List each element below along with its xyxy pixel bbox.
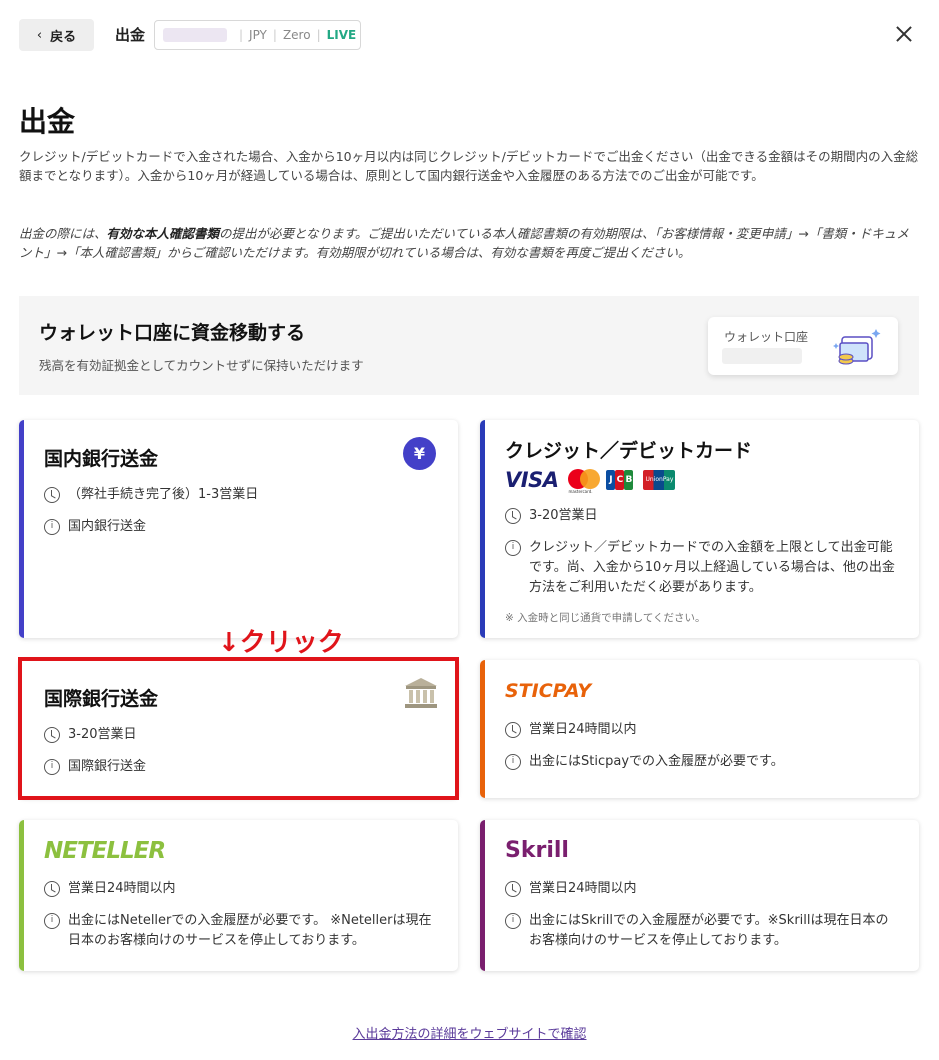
method-card-sticpay[interactable]: STICPAY 営業日24時間以内 i 出金にはSticpayでの入金履歴が必要…	[480, 660, 919, 798]
method-info: i 出金にはSticpayでの入金履歴が必要です。	[505, 752, 784, 772]
clock-icon	[505, 722, 521, 738]
card-title: 国内銀行送金	[44, 448, 159, 470]
wallet-balance-redacted	[722, 348, 802, 364]
wallet-description: 残高を有効証拠金としてカウントせずに保持いただけます	[39, 358, 364, 373]
account-number-redacted	[163, 28, 227, 42]
sticpay-logo: STICPAY	[505, 680, 592, 702]
processing-time: 営業日24時間以内	[44, 879, 176, 899]
card-accent-bar	[19, 420, 24, 638]
card-title: クレジット／デビットカード	[505, 440, 753, 462]
wallet-title: ウォレット口座に資金移動する	[39, 322, 306, 344]
jcb-logo: JCB	[606, 470, 634, 490]
id-document-notice: 出金の際には、有効な本人確認書類の提出が必要となります。ご提出いただいている本人…	[19, 226, 909, 260]
info-icon: i	[505, 913, 521, 929]
intro-text: クレジット/デビットカードで入金された場合、入金から10ヶ月以内は同じクレジット…	[19, 149, 919, 183]
header-title: 出金	[115, 26, 146, 44]
yen-icon: ¥	[403, 437, 436, 470]
method-info: i 出金にはSkrillでの入金履歴が必要です。※Skrillは現在日本のお客様…	[505, 911, 900, 951]
info-icon: i	[44, 913, 60, 929]
back-label: 戻る	[50, 29, 77, 45]
neteller-logo: NETELLER	[44, 838, 166, 864]
page-title: 出金	[19, 105, 76, 138]
account-selector[interactable]: | JPY | Zero | LIVE	[154, 20, 361, 50]
clock-icon	[44, 881, 60, 897]
processing-time: 営業日24時間以内	[505, 879, 637, 899]
method-card-neteller[interactable]: NETELLER 営業日24時間以内 i 出金にはNetellerでの入金履歴が…	[19, 820, 458, 971]
card-accent-bar	[480, 660, 485, 798]
mastercard-logo: mastercard.	[568, 469, 601, 494]
account-type: Zero	[282, 28, 311, 42]
method-info: i 国際銀行送金	[44, 757, 146, 777]
method-details-link[interactable]: 入出金方法の詳細をウェブサイトで確認	[0, 1023, 939, 1042]
info-icon: i	[44, 519, 60, 535]
method-info: i クレジット／デビットカードでの入金額を上限として出金可能です。尚、入金から1…	[505, 538, 895, 598]
clock-icon	[505, 881, 521, 897]
clock-icon	[44, 487, 60, 503]
bank-icon	[405, 678, 437, 708]
method-info: i 国内銀行送金	[44, 517, 146, 537]
processing-time: 営業日24時間以内	[505, 720, 637, 740]
close-icon[interactable]	[892, 22, 916, 46]
skrill-logo: Skrill	[505, 838, 569, 863]
card-accent-bar	[19, 820, 24, 971]
card-accent-bar	[480, 420, 485, 638]
info-icon: i	[505, 754, 521, 770]
processing-time: 3-20営業日	[44, 725, 137, 745]
visa-logo: VISA	[505, 468, 559, 492]
clock-icon	[505, 508, 521, 524]
method-card-international-bank[interactable]: 国際銀行送金 3-20営業日 i 国際銀行送金	[19, 660, 458, 798]
clock-icon	[44, 727, 60, 743]
wallet-account-card[interactable]: ウォレット口座	[708, 317, 898, 375]
info-icon: i	[44, 759, 60, 775]
click-annotation: ↓クリック	[218, 628, 344, 658]
currency-note: ※ 入金時と同じ通貨で申請してください。	[505, 612, 706, 624]
processing-time: （弊社手続き完了後）1-3営業日	[44, 485, 258, 505]
back-button[interactable]: ‹ 戻る	[19, 19, 94, 51]
card-brand-logos: VISA mastercard. JCB UnionPay	[505, 468, 676, 494]
card-title: 国際銀行送金	[44, 688, 159, 710]
unionpay-logo: UnionPay	[643, 470, 676, 490]
method-card-domestic-bank[interactable]: 国内銀行送金 ¥ （弊社手続き完了後）1-3営業日 i 国内銀行送金	[19, 420, 458, 638]
info-icon: i	[505, 540, 521, 556]
account-mode: LIVE	[326, 28, 357, 42]
method-card-credit-debit[interactable]: クレジット／デビットカード VISA mastercard. JCB Union…	[480, 420, 919, 638]
wallet-icon	[833, 329, 881, 365]
account-currency: JPY	[249, 28, 267, 42]
method-info: i 出金にはNetellerでの入金履歴が必要です。 ※Netellerは現在日…	[44, 911, 439, 951]
wallet-card-label: ウォレット口座	[724, 330, 809, 344]
processing-time: 3-20営業日	[505, 506, 598, 526]
card-accent-bar	[480, 820, 485, 971]
wallet-transfer-banner: ウォレット口座に資金移動する 残高を有効証拠金としてカウントせずに保持いただけま…	[19, 296, 919, 395]
top-bar: ‹ 戻る 出金 | JPY | Zero | LIVE	[0, 0, 939, 70]
chevron-left-icon: ‹	[36, 27, 43, 43]
method-card-skrill[interactable]: Skrill 営業日24時間以内 i 出金にはSkrillでの入金履歴が必要です…	[480, 820, 919, 971]
